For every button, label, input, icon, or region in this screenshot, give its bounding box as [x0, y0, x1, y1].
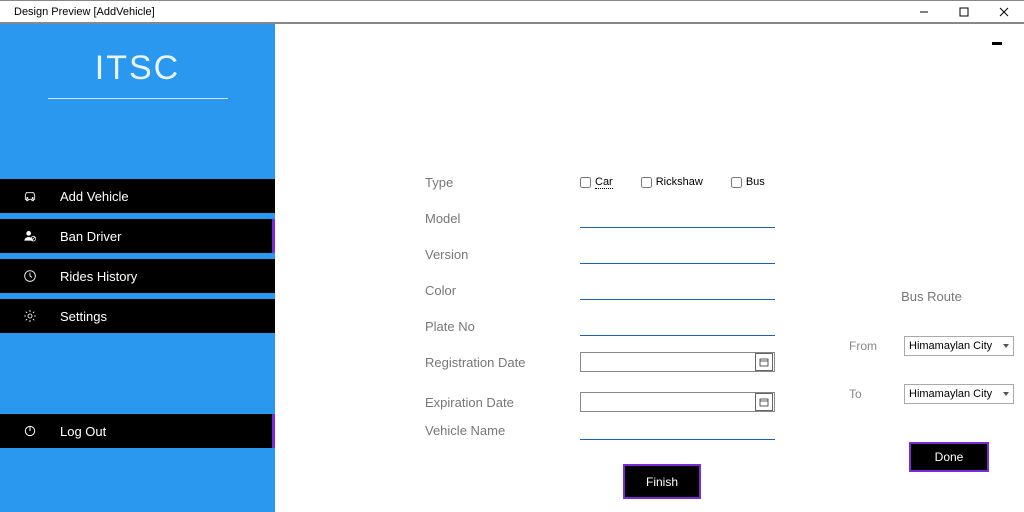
version-label: Version [425, 247, 580, 262]
type-car-checkbox[interactable] [580, 177, 591, 188]
type-rickshaw-label: Rickshaw [656, 176, 703, 188]
done-button[interactable]: Done [909, 442, 989, 472]
gear-icon [0, 308, 60, 324]
from-select[interactable]: Himamaylan City [904, 336, 1014, 356]
main-panel: Type Car Rickshaw Bus Model Version Colo… [275, 24, 1024, 512]
maximize-button[interactable] [944, 1, 984, 23]
window-title: Design Preview [AddVehicle] [12, 6, 904, 18]
calendar-icon[interactable] [755, 393, 773, 411]
window-controls [904, 1, 1024, 23]
close-button[interactable] [984, 1, 1024, 23]
plate-label: Plate No [425, 319, 580, 334]
vehicle-name-label: Vehicle Name [425, 423, 580, 438]
sidebar-item-label: Add Vehicle [60, 189, 275, 204]
model-label: Model [425, 211, 580, 226]
add-vehicle-form: Type Car Rickshaw Bus Model Version Colo… [425, 164, 775, 448]
type-options: Car Rickshaw Bus [580, 176, 765, 189]
color-label: Color [425, 283, 580, 298]
type-rickshaw-checkbox[interactable] [641, 177, 652, 188]
power-icon [0, 423, 60, 439]
sidebar-menu: Add Vehicle Ban Driver Rides History Set… [0, 179, 275, 333]
sidebar-item-label: Rides History [60, 269, 275, 284]
expdate-label: Expiration Date [425, 395, 580, 410]
vehicle-name-input[interactable] [580, 420, 775, 440]
to-value: Himamaylan City [909, 388, 992, 400]
bus-route-panel: Bus Route From Himamaylan City To Himama… [849, 289, 1014, 472]
from-label: From [849, 339, 904, 353]
bus-route-title: Bus Route [849, 289, 1014, 304]
type-car-label: Car [595, 176, 613, 189]
app-icon [4, 5, 8, 19]
regdate-input[interactable] [580, 352, 775, 372]
type-bus-option[interactable]: Bus [731, 176, 765, 188]
sidebar-item-add-vehicle[interactable]: Add Vehicle [0, 179, 275, 213]
minimize-button[interactable] [904, 1, 944, 23]
finish-button[interactable]: Finish [623, 464, 701, 499]
logo: ITSC [0, 49, 275, 88]
sidebar-item-ban-driver[interactable]: Ban Driver [0, 219, 275, 253]
expdate-input[interactable] [580, 392, 775, 412]
type-label: Type [425, 175, 580, 190]
type-bus-checkbox[interactable] [731, 177, 742, 188]
sidebar: ITSC Add Vehicle Ban Driver Rides Histor… [0, 24, 275, 512]
to-label: To [849, 387, 904, 401]
regdate-label: Registration Date [425, 355, 580, 370]
car-icon [0, 188, 60, 204]
calendar-icon[interactable] [755, 353, 773, 371]
ban-user-icon [0, 228, 60, 244]
sidebar-item-label: Ban Driver [60, 229, 275, 244]
sidebar-item-settings[interactable]: Settings [0, 299, 275, 333]
from-value: Himamaylan City [909, 340, 992, 352]
logo-underline [48, 98, 228, 99]
panel-minimize-icon[interactable] [992, 42, 1002, 45]
window-titlebar: Design Preview [AddVehicle] [0, 0, 1024, 22]
sidebar-item-label: Settings [60, 309, 275, 324]
to-select[interactable]: Himamaylan City [904, 384, 1014, 404]
sidebar-item-label: Log Out [60, 424, 275, 439]
clock-icon [0, 268, 60, 284]
sidebar-item-rides-history[interactable]: Rides History [0, 259, 275, 293]
sidebar-item-logout[interactable]: Log Out [0, 414, 275, 448]
color-input[interactable] [580, 280, 775, 300]
plate-input[interactable] [580, 316, 775, 336]
version-input[interactable] [580, 244, 775, 264]
type-rickshaw-option[interactable]: Rickshaw [641, 176, 703, 188]
type-bus-label: Bus [746, 176, 765, 188]
type-car-option[interactable]: Car [580, 176, 613, 189]
model-input[interactable] [580, 208, 775, 228]
